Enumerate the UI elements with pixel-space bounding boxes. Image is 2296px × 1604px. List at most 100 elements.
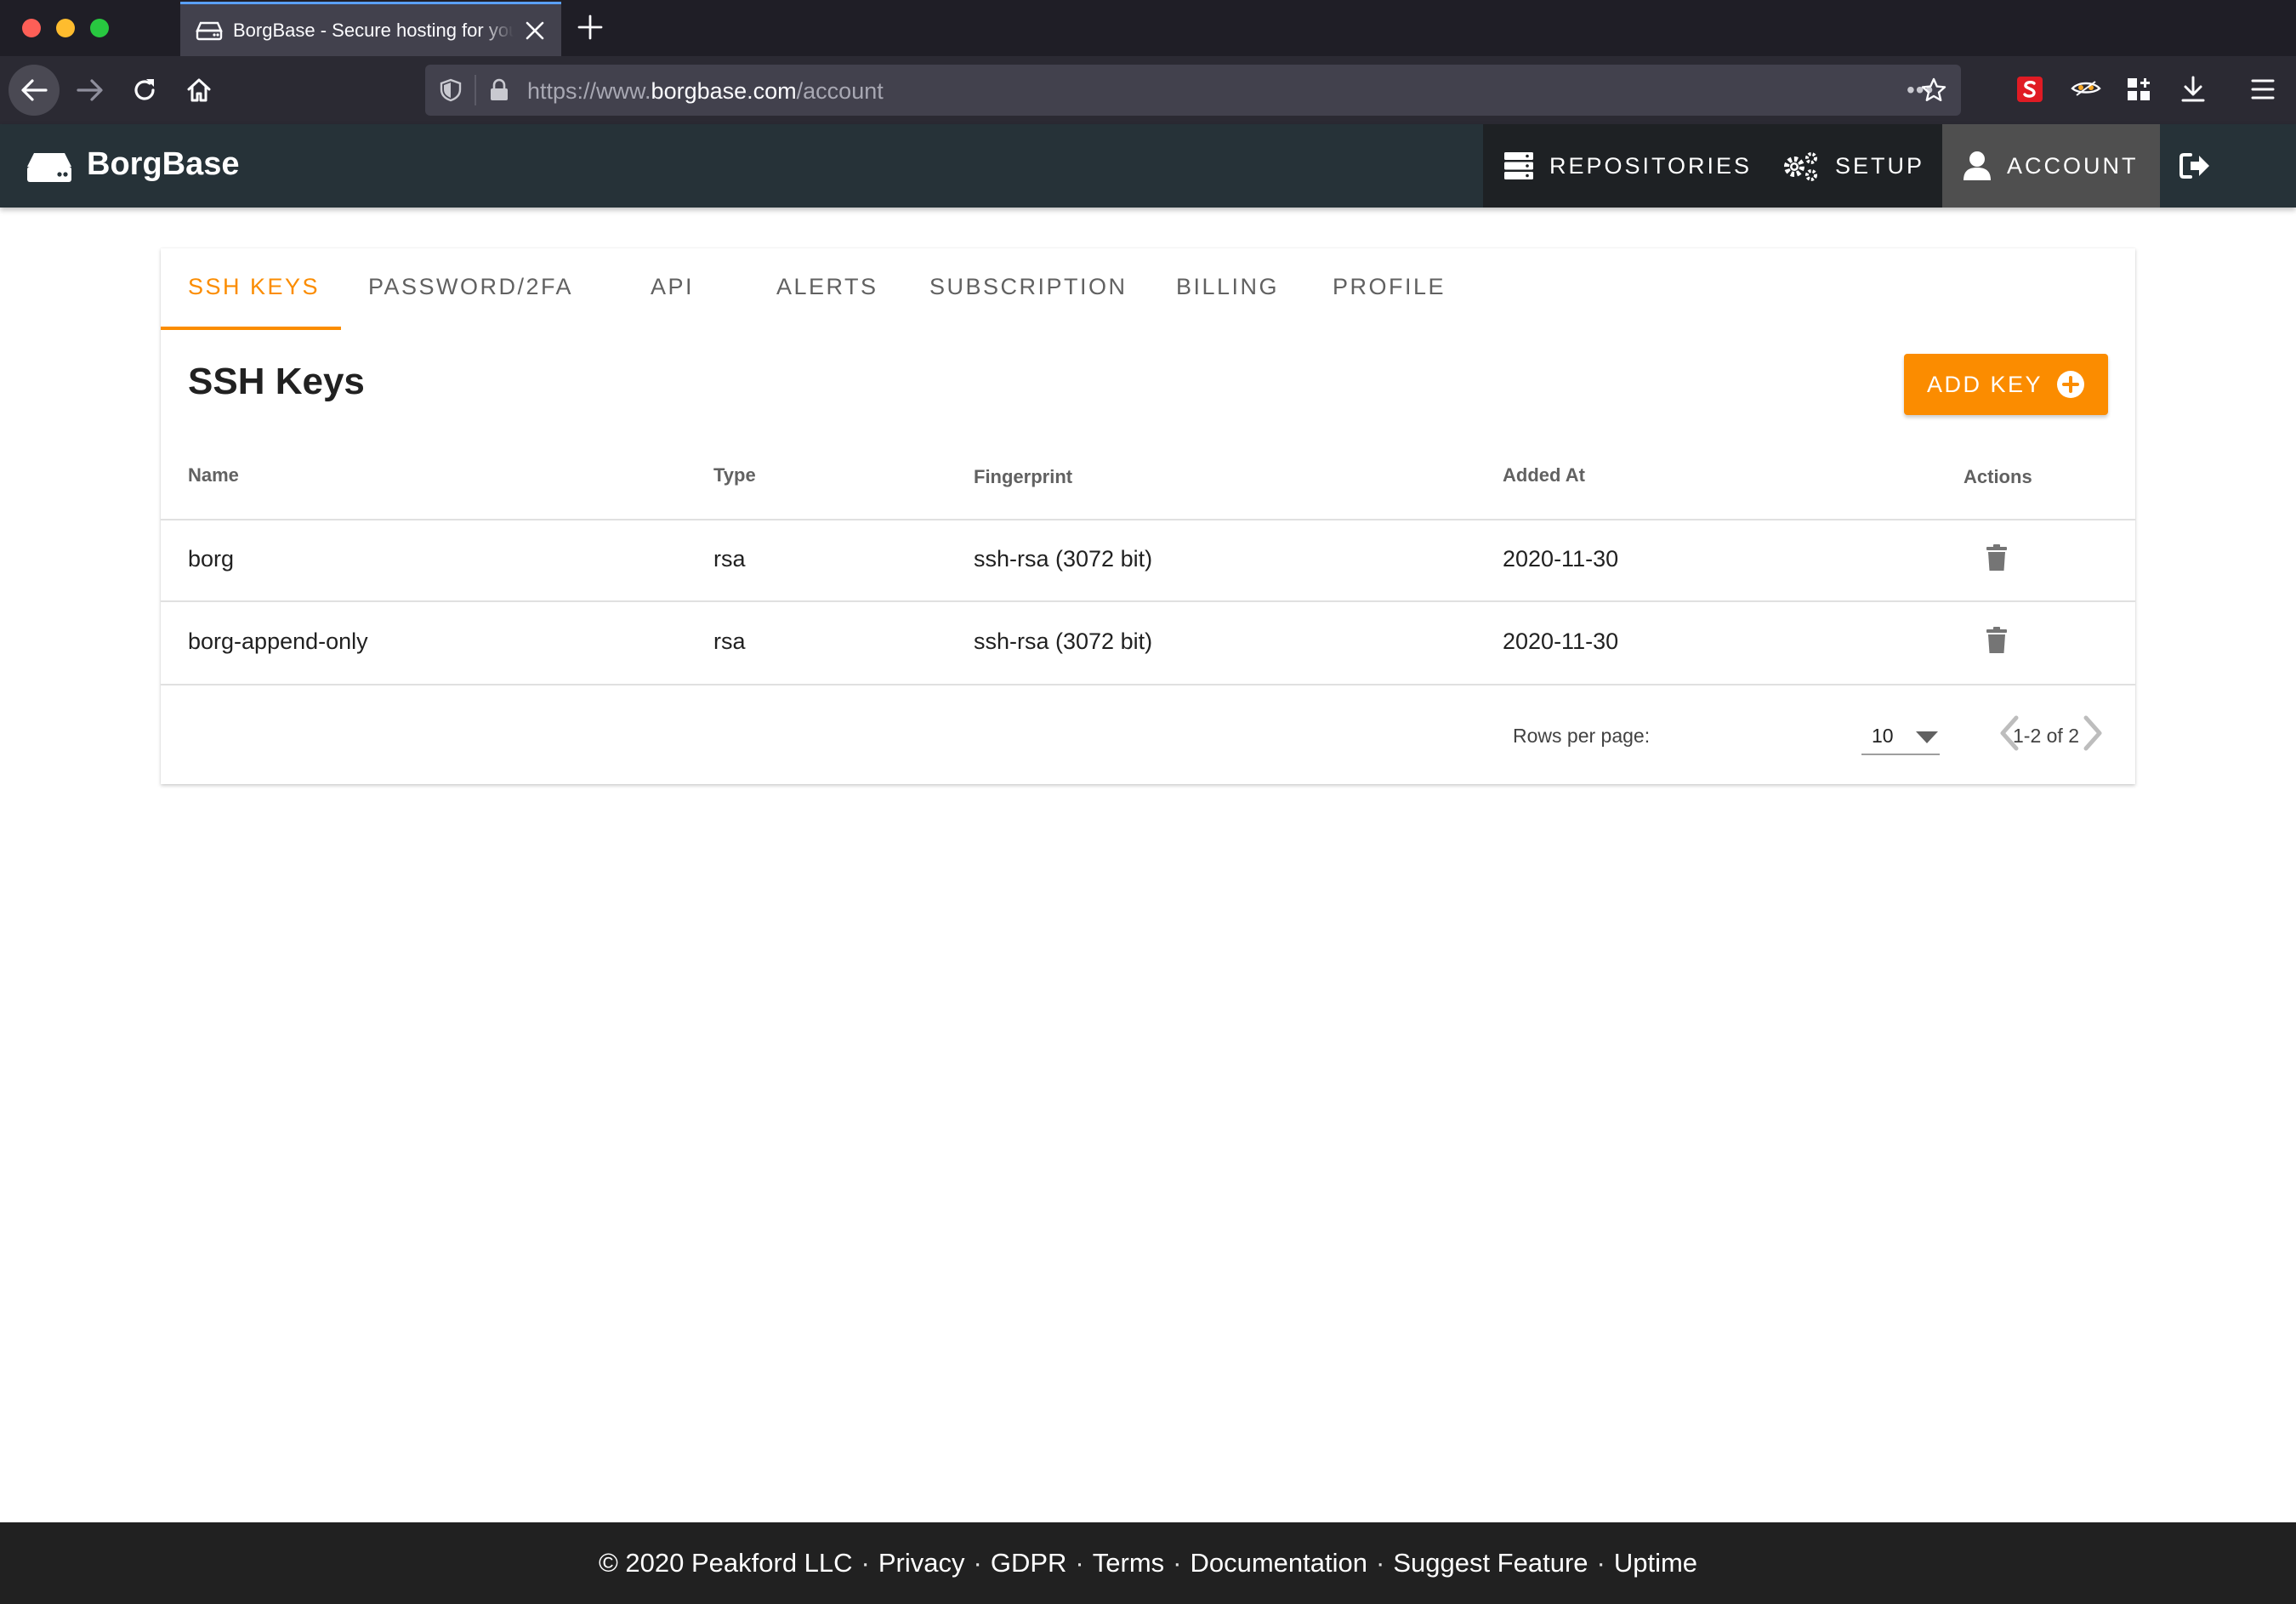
footer-separator: · [1596, 1548, 1605, 1578]
borgbase-logo-icon[interactable] [26, 151, 73, 184]
download-icon [2181, 76, 2205, 102]
key-fingerprint: ssh-rsa (3072 bit) [974, 629, 1153, 654]
footer-separator: · [1075, 1548, 1084, 1578]
address-bar[interactable]: https://www.borgbase.com/account ••• [425, 65, 1961, 116]
tab-ssh-keys[interactable]: SSH KEYS [188, 274, 320, 300]
column-header-fingerprint[interactable]: Fingerprint [974, 466, 1072, 488]
zoom-window-button[interactable] [90, 19, 109, 37]
url-text[interactable]: https://www.borgbase.com/account [527, 78, 884, 105]
reload-button[interactable] [119, 65, 170, 116]
key-name: borg [188, 546, 235, 572]
logout-button[interactable] [2160, 124, 2245, 208]
table-row-divider [161, 600, 2135, 602]
s-badge-icon [2017, 77, 2043, 102]
home-icon [187, 78, 211, 102]
page-title: SSH Keys [188, 361, 365, 402]
tab-profile[interactable]: PROFILE [1333, 274, 1446, 300]
next-page-icon[interactable] [2077, 714, 2108, 752]
url-host: borgbase.com [651, 78, 797, 104]
footer-link-gdpr[interactable]: GDPR [991, 1548, 1067, 1578]
copyright: © 2020 Peakford LLC [598, 1548, 853, 1578]
browser-tab-active[interactable]: BorgBase - Secure hosting for your backu… [180, 2, 561, 56]
extension-s-icon[interactable] [2014, 73, 2046, 105]
add-key-label: ADD KEY [1926, 371, 2043, 397]
footer-link-privacy[interactable]: Privacy [878, 1548, 965, 1578]
delete-trash-icon[interactable] [1986, 627, 2008, 654]
extension-disguise-icon[interactable] [2070, 73, 2102, 105]
brand-name[interactable]: BorgBase [87, 146, 240, 183]
sign-out-icon [2179, 153, 2209, 179]
column-header-type[interactable]: Type [713, 464, 756, 486]
footer-separator: · [973, 1548, 982, 1578]
tab-api[interactable]: API [651, 274, 694, 300]
footer-link-documentation[interactable]: Documentation [1190, 1548, 1367, 1578]
url-prefix: https://www. [527, 78, 651, 104]
bookmark-star-icon[interactable] [1920, 77, 1947, 104]
address-bar-divider [475, 75, 476, 105]
footer-separator: · [1375, 1548, 1385, 1578]
footer-link-uptime[interactable]: Uptime [1614, 1548, 1697, 1578]
previous-page-icon[interactable] [1994, 714, 2025, 752]
rows-per-page-value: 10 [1872, 725, 1894, 747]
back-button[interactable] [9, 65, 60, 116]
column-header-name[interactable]: Name [188, 464, 239, 486]
account-card: SSH KEYS PASSWORD/2FA API ALERTS SUBSCRI… [161, 248, 2135, 784]
close-window-button[interactable] [22, 19, 41, 37]
new-tab-icon[interactable] [577, 14, 604, 41]
key-fingerprint: ssh-rsa (3072 bit) [974, 546, 1153, 572]
nav-account-label: ACCOUNT [2007, 152, 2139, 179]
page-footer: © 2020 Peakford LLC · Privacy · GDPR · T… [0, 1522, 2296, 1604]
tracking-protection-shield-icon[interactable] [439, 78, 463, 102]
gears-icon [1784, 152, 1817, 181]
nav-account[interactable]: ACCOUNT [1942, 124, 2160, 208]
footer-link-suggest-feature[interactable]: Suggest Feature [1393, 1548, 1588, 1578]
caret-down-icon [1916, 731, 1938, 743]
server-icon [1504, 152, 1533, 179]
lock-icon[interactable] [488, 78, 510, 102]
key-type: rsa [713, 546, 746, 572]
tab-alerts[interactable]: ALERTS [776, 274, 878, 300]
mask-icon [2071, 81, 2101, 96]
grid-plus-icon [2128, 78, 2150, 100]
minimize-window-button[interactable] [56, 19, 75, 37]
plus-circle-icon [2057, 371, 2085, 398]
nav-repositories[interactable]: REPOSITORIES [1483, 124, 1764, 208]
key-type: rsa [713, 629, 746, 654]
browser-toolbar: https://www.borgbase.com/account ••• [0, 56, 2296, 124]
back-arrow-icon [21, 79, 48, 101]
rows-per-page-label: Rows per page: [1513, 725, 1651, 747]
home-button[interactable] [173, 65, 224, 116]
nav-repositories-label: REPOSITORIES [1549, 152, 1753, 179]
nav-setup-label: SETUP [1835, 152, 1925, 179]
column-header-added-at[interactable]: Added At [1503, 464, 1585, 486]
footer-separator: · [861, 1548, 870, 1578]
app-header: BorgBase REPOSITORIES SETUP ACCOUNT [0, 124, 2296, 208]
hamburger-menu-icon [2251, 79, 2275, 100]
app-menu-button[interactable] [2247, 73, 2279, 105]
tab-subscription[interactable]: SUBSCRIPTION [929, 274, 1128, 300]
key-added-at: 2020-11-30 [1503, 546, 1619, 572]
active-tab-indicator [161, 327, 341, 330]
tab-password-2fa[interactable]: PASSWORD/2FA [368, 274, 573, 300]
tab-title: BorgBase - Secure hosting for your backu… [233, 20, 514, 42]
browser-tab-strip: BorgBase - Secure hosting for your backu… [0, 0, 2296, 56]
key-added-at: 2020-11-30 [1503, 629, 1619, 654]
close-tab-icon[interactable] [524, 20, 546, 42]
table-footer-divider [161, 684, 2135, 685]
footer-link-terms[interactable]: Terms [1093, 1548, 1164, 1578]
forward-arrow-icon [77, 79, 103, 101]
footer-separator: · [1173, 1548, 1182, 1578]
user-icon [1964, 151, 1991, 180]
delete-trash-icon[interactable] [1986, 544, 2008, 572]
nav-setup[interactable]: SETUP [1764, 124, 1942, 208]
account-tabs: SSH KEYS PASSWORD/2FA API ALERTS SUBSCRI… [161, 248, 2135, 330]
table-header-divider [161, 519, 2135, 520]
forward-button[interactable] [65, 65, 116, 116]
add-key-button[interactable]: ADD KEY [1904, 354, 2108, 415]
key-name: borg-append-only [188, 629, 368, 654]
borgbase-favicon-icon [196, 21, 223, 41]
extension-grid-icon[interactable] [2123, 73, 2155, 105]
downloads-button[interactable] [2177, 73, 2209, 105]
rows-per-page-select[interactable]: 10 [1861, 713, 1940, 755]
tab-billing[interactable]: BILLING [1176, 274, 1279, 300]
